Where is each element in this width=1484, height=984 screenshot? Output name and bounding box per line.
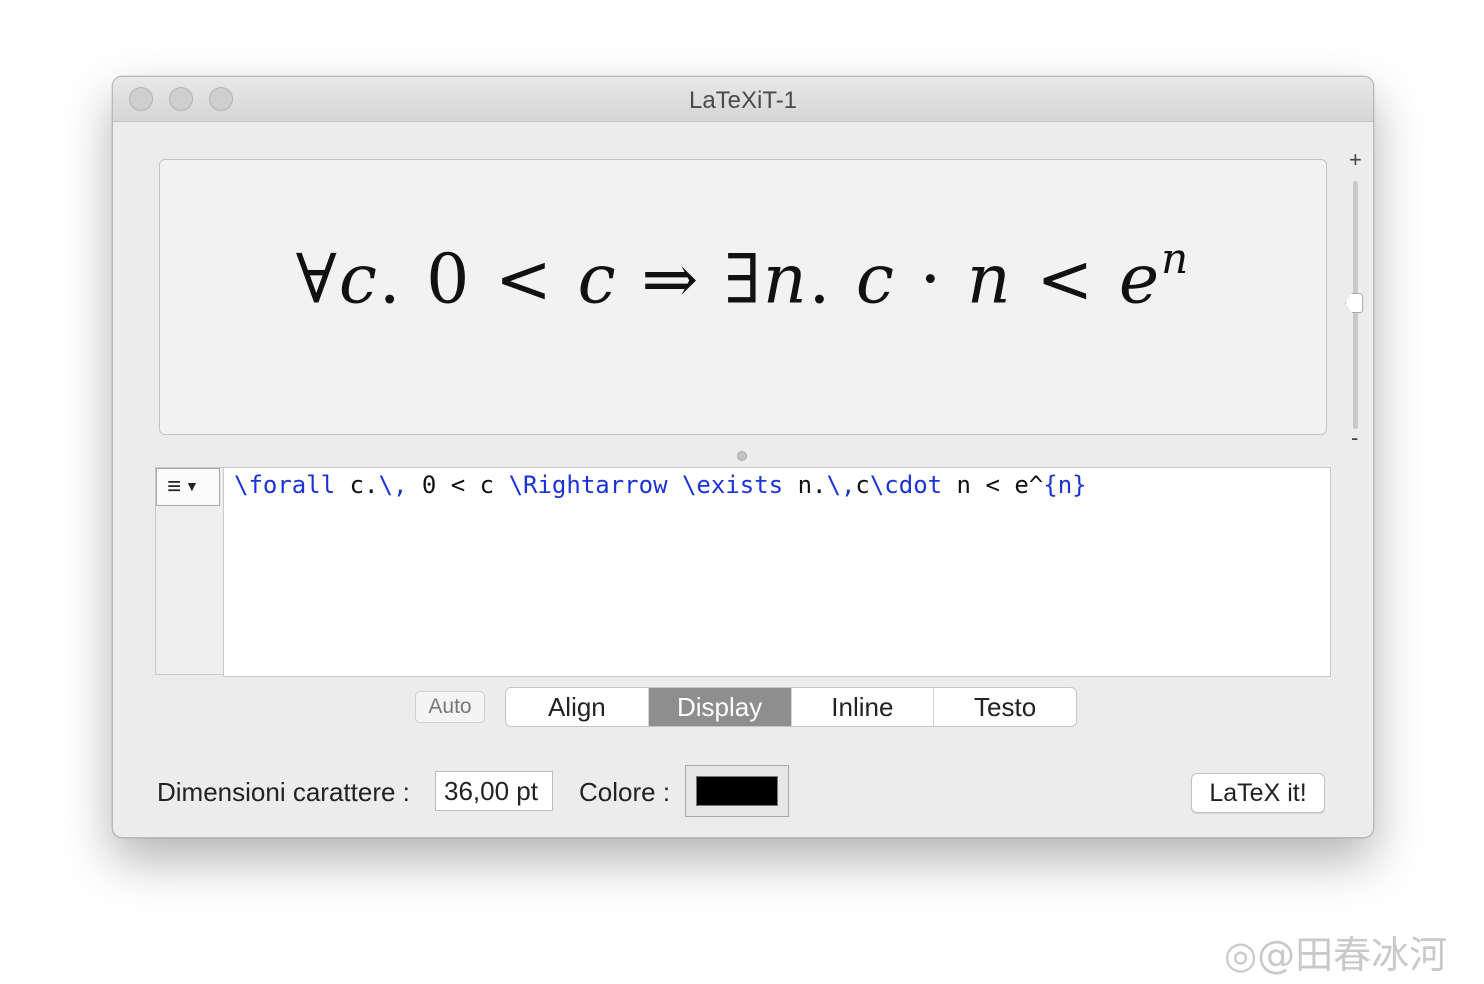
mode-option-testo[interactable]: Testo <box>934 688 1076 726</box>
font-size-field[interactable]: 36,00 pt <box>435 771 553 811</box>
font-size-label: Dimensioni carattere : <box>157 777 410 807</box>
zoom-slider-knob[interactable] <box>1345 293 1363 313</box>
latexit-window: LaTeXiT-1 ∀c. 0 < c ⇒ ∃n. c · n < en + -… <box>112 76 1374 838</box>
zoom-in-label: + <box>1349 147 1362 172</box>
lines-menu-button[interactable]: ≡ ▼ <box>156 468 220 506</box>
formula-less-than: < <box>1036 240 1096 320</box>
color-well[interactable] <box>685 765 789 817</box>
cdot-symbol: · <box>919 240 944 320</box>
formula-var: c <box>338 240 379 320</box>
forall-symbol: ∀ <box>295 240 339 320</box>
code-token-plain: n. <box>783 471 827 499</box>
title-bar: LaTeXiT-1 <box>113 77 1373 122</box>
formula-var: c <box>577 240 618 320</box>
formula-dot: . <box>808 240 833 320</box>
rendered-formula: ∀c. 0 < c ⇒ ∃n. c · n < en <box>160 234 1326 320</box>
chevron-down-icon: ▼ <box>185 478 199 494</box>
mode-option-inline[interactable]: Inline <box>792 688 935 726</box>
watermark-text: @田春冰河 <box>1257 933 1448 977</box>
lines-menu-icon: ≡ <box>167 473 182 500</box>
zoom-out-label: - <box>1351 425 1359 450</box>
exists-symbol: ∃ <box>723 240 763 320</box>
code-token-command: \cdot <box>869 471 943 499</box>
code-token-plain: 0 < c <box>407 471 509 499</box>
formula-preview[interactable]: ∀c. 0 < c ⇒ ∃n. c · n < en <box>159 159 1327 435</box>
formula-var: c <box>855 240 897 320</box>
latex-source-editor[interactable]: \forall c.\, 0 < c \Rightarrow \exists n… <box>223 467 1331 677</box>
latex-source-text: \forall c.\, 0 < c \Rightarrow \exists n… <box>234 470 1087 500</box>
window-title: LaTeXiT-1 <box>688 87 798 114</box>
latex-it-button[interactable]: LaTeX it! <box>1191 773 1325 813</box>
code-token-command: \, <box>378 471 408 499</box>
implies-symbol: ⇒ <box>641 240 701 320</box>
formula-var: e <box>1118 240 1162 320</box>
code-token-command: {n} <box>1043 471 1087 499</box>
code-token-command: \exists <box>681 471 784 499</box>
formula-var: n <box>762 240 809 320</box>
formula-var: n <box>966 240 1013 320</box>
code-token-command: \, <box>826 471 856 499</box>
mode-option-align[interactable]: Align <box>506 688 649 726</box>
watermark: ◎@田春冰河 <box>1224 924 1447 979</box>
formula-zero: 0 <box>426 240 472 320</box>
color-label: Colore : <box>579 777 671 807</box>
color-swatch <box>696 776 778 806</box>
code-token-plain: c. <box>335 471 379 499</box>
code-token-plain: c <box>855 471 870 499</box>
mode-option-display[interactable]: Display <box>648 688 792 726</box>
code-token-plain: n < e^ <box>942 471 1044 499</box>
code-token-command: \Rightarrow <box>508 471 668 499</box>
weibo-logo-icon: ◎ <box>1224 933 1258 977</box>
mode-segmented-control: Align Display Inline Testo <box>505 687 1077 727</box>
auto-button[interactable]: Auto <box>415 691 485 723</box>
formula-exponent: n <box>1161 234 1191 283</box>
splitter-handle[interactable] <box>737 451 747 461</box>
code-token-command: \forall <box>234 471 336 499</box>
editor-gutter: ≡ ▼ <box>155 467 223 675</box>
formula-less-than: < <box>495 240 555 320</box>
formula-dot: . <box>378 240 403 320</box>
